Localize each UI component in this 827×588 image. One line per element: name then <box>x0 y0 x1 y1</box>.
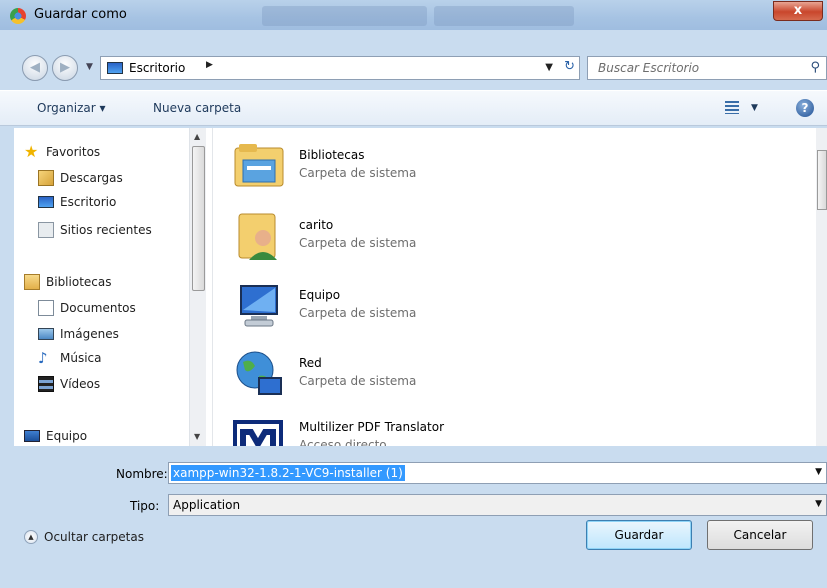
scroll-up-icon[interactable]: ▲ <box>194 132 200 141</box>
nav-label: Música <box>60 351 102 365</box>
nav-label: Sitios recientes <box>60 223 152 237</box>
list-item[interactable]: Red Carpeta de sistema <box>233 342 793 404</box>
scroll-down-icon[interactable]: ▼ <box>194 432 200 441</box>
desktop-icon <box>38 196 54 208</box>
file-name: Multilizer PDF Translator <box>299 420 445 434</box>
chevron-down-icon[interactable]: ▼ <box>815 499 822 509</box>
search-box[interactable]: Buscar Escritorio ⚲ <box>587 56 827 80</box>
background-taskbar-item <box>434 6 574 26</box>
file-list-scrollbar[interactable] <box>816 128 827 446</box>
nav-item-videos[interactable]: Vídeos <box>38 374 100 394</box>
music-note-icon: ♪ <box>38 349 48 367</box>
file-type: Carpeta de sistema <box>299 374 417 388</box>
multilizer-app-icon <box>233 420 283 446</box>
back-button[interactable]: ◀ <box>22 55 48 81</box>
window-title: Guardar como <box>34 7 127 22</box>
file-list: Bibliotecas Carpeta de sistema carito Ca… <box>212 128 816 446</box>
downloads-icon <box>38 170 54 186</box>
file-name: Equipo <box>299 288 341 302</box>
file-type: Carpeta de sistema <box>299 166 417 180</box>
file-type-value[interactable]: Application <box>173 498 240 512</box>
view-dropdown-icon[interactable]: ▼ <box>751 103 758 113</box>
chevron-up-icon: ▲ <box>24 530 38 544</box>
nav-label: Equipo <box>46 429 88 443</box>
file-name: carito <box>299 218 334 232</box>
recent-locations-dropdown[interactable]: ▼ <box>86 62 93 72</box>
save-button[interactable]: Guardar <box>586 520 692 550</box>
organize-button[interactable]: Organizar ▾ <box>37 101 106 115</box>
title-bar: Guardar como x <box>0 0 827 30</box>
list-item[interactable]: carito Carpeta de sistema <box>233 204 793 266</box>
nav-label: Bibliotecas <box>46 275 112 289</box>
nav-label: Descargas <box>60 171 123 185</box>
nav-item-documentos[interactable]: Documentos <box>38 298 136 318</box>
file-type-select[interactable]: Application ▼ <box>168 494 827 516</box>
breadcrumb-arrow-icon[interactable]: ▶ <box>206 60 213 70</box>
chevron-down-icon[interactable]: ▼ <box>815 467 822 477</box>
file-type: Carpeta de sistema <box>299 306 417 320</box>
recent-places-icon <box>38 222 54 238</box>
filename-field[interactable]: xampp-win32-1.8.2-1-VC9-installer (1) ▼ <box>168 462 827 484</box>
file-type: Carpeta de sistema <box>299 236 417 250</box>
help-icon[interactable]: ? <box>796 99 814 117</box>
view-options-icon[interactable] <box>725 101 739 114</box>
nav-libraries[interactable]: Bibliotecas <box>24 272 111 292</box>
forward-button[interactable]: ▶ <box>52 55 78 81</box>
type-label: Tipo: <box>130 499 160 513</box>
star-icon: ★ <box>24 142 39 161</box>
scrollbar-thumb[interactable] <box>817 150 827 210</box>
back-arrow-icon: ◀ <box>30 60 40 75</box>
close-button[interactable]: x <box>773 1 823 21</box>
scrollbar-thumb[interactable] <box>192 146 205 291</box>
list-item[interactable]: Equipo Carpeta de sistema <box>233 274 793 336</box>
address-row: ◀ ▶ ▼ Escritorio ▶ ▼ ↻ Buscar Escritorio… <box>0 48 827 86</box>
cancel-button[interactable]: Cancelar <box>707 520 813 550</box>
hide-folders-toggle[interactable]: ▲ Ocultar carpetas <box>24 530 144 544</box>
command-toolbar: Organizar ▾ Nueva carpeta ▼ ? <box>0 90 827 126</box>
background-taskbar-item <box>262 6 427 26</box>
library-icon <box>24 274 40 290</box>
address-bar[interactable]: Escritorio ▶ ▼ ↻ <box>100 56 580 80</box>
nav-item-sitios-recientes[interactable]: Sitios recientes <box>38 220 152 240</box>
nav-item-escritorio[interactable]: Escritorio <box>38 192 116 212</box>
nav-item-descargas[interactable]: Descargas <box>38 168 123 188</box>
nav-favorites[interactable]: ★ Favoritos <box>24 142 100 162</box>
list-item[interactable]: Bibliotecas Carpeta de sistema <box>233 134 793 196</box>
hide-folders-label: Ocultar carpetas <box>44 530 144 544</box>
pictures-icon <box>38 328 54 340</box>
address-location[interactable]: Escritorio <box>129 61 185 75</box>
file-type: Acceso directo <box>299 438 387 446</box>
nav-label: Escritorio <box>60 195 117 209</box>
nav-label: Documentos <box>60 301 136 315</box>
forward-arrow-icon: ▶ <box>60 60 70 75</box>
nav-label: Vídeos <box>60 377 101 391</box>
file-name: Bibliotecas <box>299 148 365 162</box>
computer-icon <box>240 285 278 327</box>
filename-input[interactable]: xampp-win32-1.8.2-1-VC9-installer (1) <box>171 465 405 481</box>
new-folder-button[interactable]: Nueva carpeta <box>153 101 241 115</box>
refresh-icon[interactable]: ↻ <box>564 59 575 74</box>
video-film-icon <box>38 376 54 392</box>
navigation-pane: ★ Favoritos Descargas Escritorio Sitios … <box>14 128 212 446</box>
network-icon <box>236 351 282 395</box>
chrome-icon <box>10 8 26 24</box>
search-input[interactable]: Buscar Escritorio <box>598 61 699 75</box>
nav-label: Favoritos <box>46 145 101 159</box>
computer-icon <box>24 430 40 442</box>
nav-item-imagenes[interactable]: Imágenes <box>38 324 119 344</box>
search-icon[interactable]: ⚲ <box>810 60 820 75</box>
nav-label: Imágenes <box>60 327 119 341</box>
nav-computer[interactable]: Equipo <box>24 426 87 446</box>
file-name: Red <box>299 356 322 370</box>
documents-icon <box>38 300 54 316</box>
nav-item-musica[interactable]: ♪ Música <box>38 348 102 368</box>
user-folder-icon <box>238 213 277 260</box>
desktop-icon <box>107 62 123 74</box>
navigation-scrollbar[interactable]: ▲ ▼ <box>189 128 206 446</box>
address-dropdown-icon[interactable]: ▼ <box>545 62 553 73</box>
library-folder-icon <box>234 144 284 187</box>
filename-label: Nombre: <box>116 467 168 481</box>
list-item[interactable]: Multilizer PDF Translator Acceso directo <box>233 406 793 446</box>
